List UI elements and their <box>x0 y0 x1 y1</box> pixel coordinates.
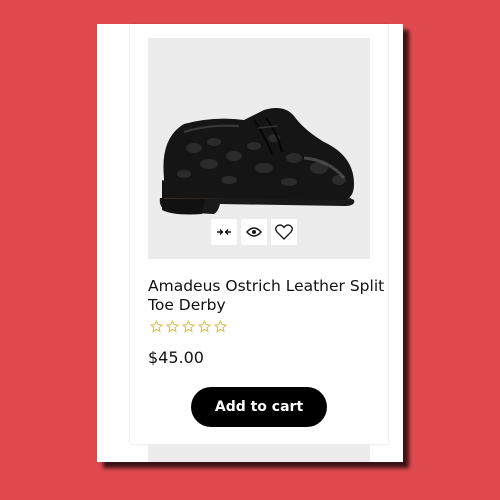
compare-button[interactable] <box>211 219 237 245</box>
shoe-image[interactable] <box>154 98 364 228</box>
add-to-cart-button[interactable]: Add to cart <box>191 387 327 427</box>
star-icon <box>166 320 179 333</box>
heart-icon <box>275 224 293 240</box>
product-title[interactable]: Amadeus Ostrich Leather Split Toe Derby <box>148 277 388 315</box>
wishlist-button[interactable] <box>271 219 297 245</box>
star-icon <box>182 320 195 333</box>
compare-arrows-icon <box>217 229 231 235</box>
product-image-area[interactable] <box>148 38 370 259</box>
star-icon <box>214 320 227 333</box>
star-icon <box>150 320 163 333</box>
card-bottom-strip <box>148 444 370 462</box>
product-price: $45.00 <box>148 348 204 367</box>
product-actions <box>211 219 297 245</box>
quick-view-button[interactable] <box>241 219 267 245</box>
star-icon <box>198 320 211 333</box>
eye-icon <box>246 227 262 237</box>
star-rating <box>150 320 227 333</box>
